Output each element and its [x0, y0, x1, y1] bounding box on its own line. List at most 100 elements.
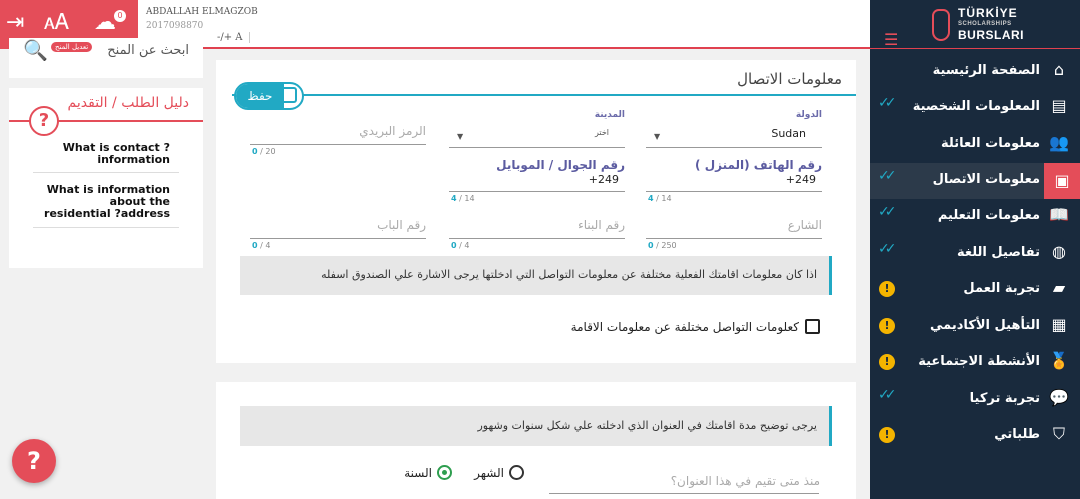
sidebar-item-turkey[interactable]: ✓✓ 💬 تجربة تركيا — [870, 382, 1080, 418]
postal-code-field[interactable]: الرمز البريدي 0 / 20 — [250, 110, 426, 160]
radio-year[interactable]: السنة — [404, 462, 452, 481]
char-counter: 4 / 14 — [451, 194, 475, 203]
question-icon: ? — [29, 106, 59, 136]
radio-year-label: السنة — [404, 465, 432, 480]
search-scholarships[interactable]: 🔍 تعديل المنح ابحث عن المنح — [9, 38, 203, 78]
sidebar-item-label: التأهيل الأكاديمي — [930, 318, 1040, 333]
check-icon: ✓✓ — [878, 241, 897, 257]
home-phone-field[interactable]: رقم الهاتف (المنزل ) +249 4 / 14 — [646, 156, 822, 206]
checkbox[interactable] — [805, 319, 820, 334]
chevron-down-icon: ▼ — [457, 132, 464, 141]
street-placeholder: الشارع — [787, 218, 822, 232]
sidebar-item-label: الأنشطة الاجتماعية — [918, 354, 1040, 369]
contact-card-icon: ▣ — [1044, 163, 1080, 199]
sidebar-item-education[interactable]: ✓✓ 📖 معلومات التعليم — [870, 199, 1080, 235]
sidebar-item-label: الصفحة الرئيسية — [932, 63, 1040, 78]
since-when-placeholder[interactable]: منذ متى تقيم في هذا العنوان؟ — [671, 474, 820, 488]
sidebar-item-academic[interactable]: ! ▦ التأهيل الأكاديمي — [870, 309, 1080, 345]
faq-divider — [33, 172, 179, 173]
country-select[interactable]: الدولة ▼ Sudan — [646, 110, 822, 154]
title-divider — [232, 94, 856, 96]
faq-link[interactable]: What is contact ?information — [40, 142, 170, 166]
sidebar-item-label: معلومات التعليم — [937, 208, 1040, 223]
char-counter: 4 / 14 — [648, 194, 672, 203]
sidebar-item-label: تفاصيل اللغة — [957, 245, 1040, 260]
sidebar-divider — [870, 48, 1080, 49]
different-residence-checkbox[interactable]: كعلومات التواصل مختلفة عن معلومات الاقام… — [571, 316, 820, 335]
edit-scholarships-badge[interactable]: تعديل المنح — [51, 42, 93, 52]
briefcase-icon: ▰ — [1052, 278, 1066, 297]
checkbox-label: كعلومات التواصل مختلفة عن معلومات الاقام… — [570, 319, 799, 334]
sidebar-item-language[interactable]: ✓✓ ◍ تفاصيل اللغة — [870, 236, 1080, 272]
sidebar-item-label: تجربة العمل — [963, 281, 1040, 296]
sidebar-item-family[interactable]: 👥 معلومات العائلة — [870, 127, 1080, 163]
sidebar-item-work[interactable]: ! ▰ تجربة العمل — [870, 272, 1080, 308]
chat-icon: 💬 — [1049, 388, 1069, 407]
char-counter: 0 / 4 — [252, 241, 271, 250]
field-underline — [449, 191, 625, 192]
check-icon: ✓✓ — [878, 387, 897, 403]
postal-code-placeholder: الرمز البريدي — [359, 124, 426, 138]
cloud-upload-icon[interactable]: ☁ — [94, 10, 116, 36]
user-name: ABDALLAH ELMAGZOB — [146, 7, 258, 17]
upload-badge: 0 — [114, 10, 126, 22]
warning-icon: ! — [879, 281, 895, 297]
sidebar-item-social[interactable]: ! 🏅 الأنشطة الاجتماعية — [870, 345, 1080, 381]
font-size-toggle[interactable]: -/+ A — [217, 32, 250, 43]
sidebar-item-label: طلباتي — [994, 427, 1040, 442]
sidebar-item-applications[interactable]: ! ⛉ طلباتي — [870, 418, 1080, 454]
country-value: Sudan — [771, 127, 806, 140]
home-icon: ⌂ — [1053, 60, 1065, 79]
radio-year-input[interactable] — [437, 465, 452, 480]
logout-icon[interactable]: ⇥ — [6, 10, 24, 36]
save-label: حفظ — [236, 84, 284, 108]
guide-title: دليل الطلب / التقديم — [67, 95, 189, 111]
sidebar-item-label: معلومات العائلة — [941, 136, 1040, 151]
city-value: اختر — [595, 128, 609, 137]
save-button[interactable]: حفظ — [234, 82, 304, 110]
warning-icon: ! — [879, 318, 895, 334]
field-underline — [646, 238, 822, 239]
field-underline — [646, 191, 822, 192]
door-number-field[interactable]: رقم الباب 0 / 4 — [250, 210, 426, 254]
field-underline — [646, 147, 822, 148]
radio-month-input[interactable] — [509, 465, 524, 480]
home-phone-label: رقم الهاتف (المنزل ) — [695, 158, 822, 172]
certificate-icon: ▦ — [1051, 315, 1067, 334]
building-number-field[interactable]: رقم البناء 0 / 4 — [449, 210, 625, 254]
info-notice-text: اذا كان معلومات اقامتك الفعلية مختلفة عن… — [321, 268, 817, 281]
sidebar: TÜRKİYE SCHOLARSHIPS BURSLARI ☰ ⌂ الصفحة… — [870, 0, 1080, 499]
sidebar-item-home[interactable]: ⌂ الصفحة الرئيسية — [870, 54, 1080, 90]
sidebar-item-label: تجربة تركيا — [969, 391, 1040, 406]
radio-month[interactable]: الشهر — [474, 462, 524, 481]
check-icon: ✓✓ — [878, 168, 897, 184]
language-icon[interactable]: 🗚 — [44, 10, 69, 36]
check-icon: ✓✓ — [878, 204, 897, 220]
check-icon: ✓✓ — [878, 95, 897, 111]
users-icon: 👥 — [1049, 133, 1069, 152]
faq-link[interactable]: What is information about the residentia… — [40, 184, 170, 220]
city-select[interactable]: المدينة ▼ اختر — [449, 110, 625, 154]
book-icon: 📖 — [1049, 205, 1069, 224]
chevron-down-icon: ▼ — [654, 132, 661, 141]
application-guide: دليل الطلب / التقديم ? What is contact ?… — [9, 88, 203, 268]
door-number-placeholder: رقم الباب — [377, 218, 426, 232]
field-underline — [449, 147, 625, 148]
page-title: معلومات الاتصال — [737, 70, 842, 88]
info-notice: اذا كان معلومات اقامتك الفعلية مختلفة عن… — [240, 256, 832, 295]
mobile-phone-field[interactable]: رقم الجوال / الموبايل +249 4 / 14 — [449, 156, 625, 206]
street-field[interactable]: الشارع 0 / 250 — [646, 210, 822, 254]
tulip-logo-icon — [932, 9, 950, 41]
sidebar-item-label: معلومات الاتصال — [932, 172, 1040, 187]
home-phone-value: +249 — [785, 173, 816, 186]
brand-logo[interactable]: TÜRKİYE SCHOLARSHIPS BURSLARI — [958, 7, 1024, 41]
mobile-phone-label: رقم الجوال / الموبايل — [496, 158, 625, 172]
sidebar-item-contact[interactable]: ✓✓ ▣ معلومات الاتصال — [870, 163, 1080, 199]
sidebar-item-personal[interactable]: ✓✓ ▤ المعلومات الشخصية — [870, 90, 1080, 126]
sidebar-item-label: المعلومات الشخصية — [912, 99, 1040, 114]
search-label: ابحث عن المنح — [107, 43, 189, 58]
city-label: المدينة — [594, 110, 625, 120]
hamburger-menu-icon[interactable]: ☰ — [884, 30, 898, 49]
help-button[interactable]: ? — [12, 439, 56, 483]
residence-notice-text: يرجى توضيح مدة اقامتك في العنوان الذي اد… — [477, 419, 817, 432]
